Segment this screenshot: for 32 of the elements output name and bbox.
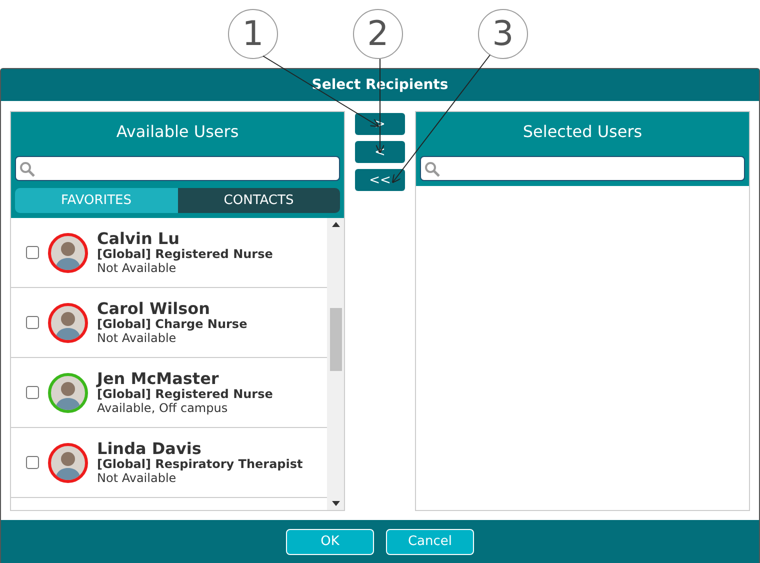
scrollbar[interactable] xyxy=(327,218,344,510)
panel-title: Available Users xyxy=(11,112,344,151)
callout-badge: 2 xyxy=(353,9,403,59)
user-name: Calvin Lu xyxy=(97,230,180,248)
checkbox[interactable] xyxy=(26,316,39,329)
user-role: [Global] Registered Nurse xyxy=(97,248,273,262)
scroll-thumb[interactable] xyxy=(330,308,342,371)
tab[interactable]: CONTACTS xyxy=(178,188,340,213)
scroll-down-icon[interactable] xyxy=(332,501,340,506)
dialog-title: Select Recipients xyxy=(1,69,759,101)
user-name: Carol Wilson xyxy=(97,300,211,318)
user-status: Not Available xyxy=(97,262,176,276)
move-button[interactable]: << xyxy=(355,169,405,191)
search-icon xyxy=(424,160,440,176)
user-status: Available, Off campus xyxy=(97,402,229,416)
search-field[interactable] xyxy=(15,156,340,181)
user-status: Not Available xyxy=(97,332,176,346)
user-name: Jen McMaster xyxy=(97,370,220,388)
callout-badge: 3 xyxy=(478,9,528,59)
panel-title: Selected Users xyxy=(416,112,749,151)
user-role: [Global] Registered Nurse xyxy=(97,388,273,402)
user-status: Not Available xyxy=(97,472,176,486)
user-name: Linda Davis xyxy=(97,440,202,458)
checkbox[interactable] xyxy=(26,456,39,469)
user-role: [Global] Charge Nurse xyxy=(97,318,248,332)
callout-badge: 1 xyxy=(228,9,278,59)
checkbox[interactable] xyxy=(26,386,39,399)
scroll-up-icon[interactable] xyxy=(332,222,340,227)
checkbox[interactable] xyxy=(26,246,39,259)
search-field[interactable] xyxy=(420,156,745,181)
search-icon xyxy=(19,160,35,176)
user-role: [Global] Respiratory Therapist xyxy=(97,458,303,472)
